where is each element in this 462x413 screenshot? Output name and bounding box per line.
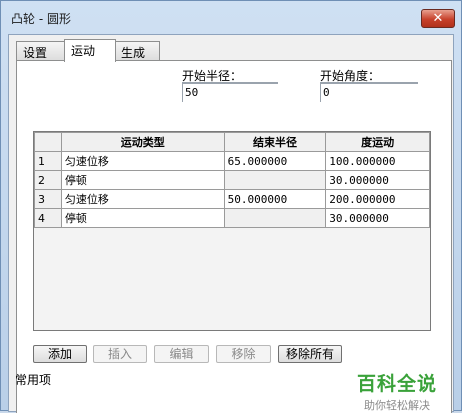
start-radius-field[interactable]: 50: [182, 83, 278, 102]
close-icon: ✕: [432, 11, 444, 26]
column-header-end-radius[interactable]: 结束半径: [223, 132, 327, 152]
row-number[interactable]: 1: [34, 151, 62, 171]
remove-all-button[interactable]: 移除所有: [278, 345, 342, 363]
cell-motion-type[interactable]: 匀速位移: [60, 151, 225, 171]
tab-settings[interactable]: 设置: [16, 41, 66, 61]
tab-generate[interactable]: 生成: [114, 41, 160, 61]
tab-motion[interactable]: 运动: [64, 39, 116, 62]
column-header-motion-type[interactable]: 运动类型: [60, 132, 225, 152]
edit-button[interactable]: 编辑: [154, 345, 209, 363]
row-number[interactable]: 2: [34, 170, 62, 190]
cell-degrees[interactable]: 30.000000: [325, 208, 430, 228]
motion-table: 运动类型 结束半径 度运动 1 匀速位移 65.000000 100.00000…: [34, 132, 430, 228]
watermark-main-text: 百科全说: [356, 373, 437, 395]
cell-degrees[interactable]: 30.000000: [325, 170, 430, 190]
table-row[interactable]: 2 停顿 30.000000: [34, 170, 430, 190]
dialog-client-area: 设置 运动 生成 开始半径： 50 开始角度： 0 运动类型 结束半径 度运动: [8, 34, 454, 413]
column-header-index: [34, 132, 62, 152]
cell-degrees[interactable]: 200.000000: [325, 189, 430, 209]
title-bar[interactable]: 凸轮 - 圆形 ✕: [1, 1, 461, 35]
watermark-logo: 百科全说 助你轻松解决: [347, 369, 447, 413]
cell-end-radius[interactable]: 65.000000: [223, 151, 327, 171]
row-number[interactable]: 4: [34, 208, 62, 228]
cell-motion-type[interactable]: 匀速位移: [60, 189, 225, 209]
dialog-window: 凸轮 - 圆形 ✕ 设置 运动 生成 开始半径： 50 开始角度： 0 运动类型…: [0, 0, 462, 413]
common-items-label: 常用项: [15, 373, 52, 387]
cell-motion-type[interactable]: 停顿: [60, 170, 225, 190]
cell-end-radius[interactable]: 50.000000: [223, 189, 327, 209]
motion-grid: 运动类型 结束半径 度运动 1 匀速位移 65.000000 100.00000…: [33, 131, 431, 331]
table-header-row: 运动类型 结束半径 度运动: [34, 132, 430, 152]
table-row[interactable]: 4 停顿 30.000000: [34, 208, 430, 228]
cell-end-radius: [223, 170, 327, 190]
cell-motion-type[interactable]: 停顿: [60, 208, 225, 228]
insert-button[interactable]: 插入: [93, 345, 147, 363]
close-button[interactable]: ✕: [421, 9, 455, 28]
remove-button[interactable]: 移除: [216, 345, 271, 363]
cell-degrees[interactable]: 100.000000: [325, 151, 430, 171]
add-button[interactable]: 添加: [33, 345, 87, 363]
column-header-degrees[interactable]: 度运动: [325, 132, 430, 152]
cell-end-radius: [223, 208, 327, 228]
table-row[interactable]: 3 匀速位移 50.000000 200.000000: [34, 189, 430, 209]
window-title: 凸轮 - 圆形: [11, 12, 71, 26]
motion-tab-panel: 开始半径： 50 开始角度： 0 运动类型 结束半径 度运动 1 匀速位移 65…: [16, 60, 452, 413]
row-number[interactable]: 3: [34, 189, 62, 209]
table-row[interactable]: 1 匀速位移 65.000000 100.000000: [34, 151, 430, 171]
start-angle-field[interactable]: 0: [320, 83, 418, 102]
